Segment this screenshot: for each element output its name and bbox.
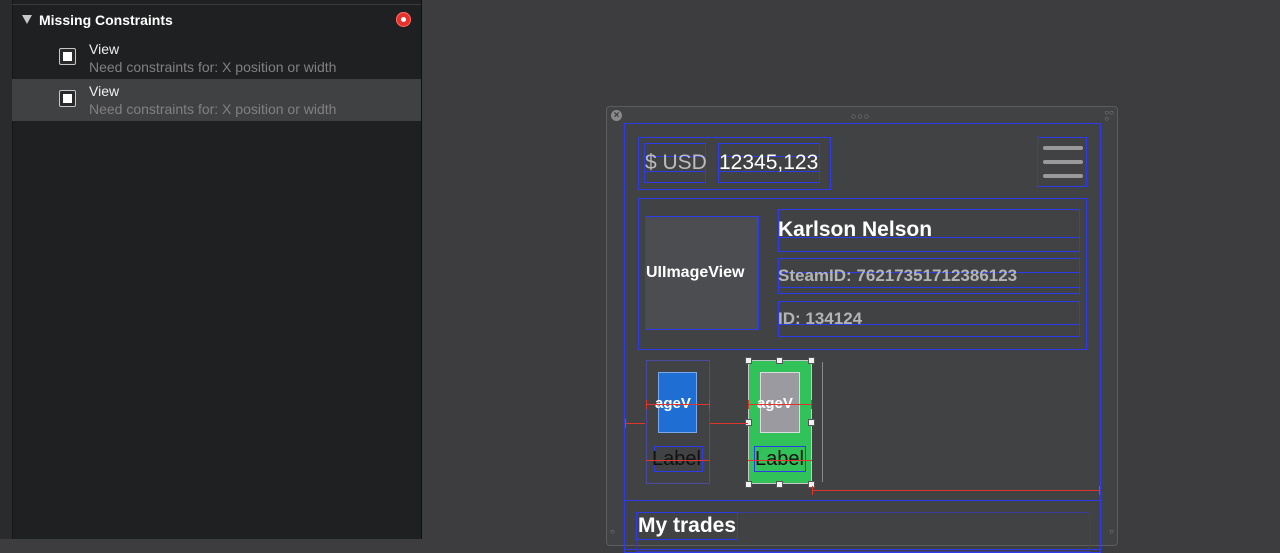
constraint-tick: [625, 419, 626, 428]
issue-description: Need constraints for: X position or widt…: [89, 59, 337, 75]
constraint-tick: [709, 400, 710, 409]
resize-handle[interactable]: [808, 357, 815, 364]
constraint-tick: [748, 400, 749, 409]
menu-icon[interactable]: [1043, 160, 1083, 164]
resize-handle[interactable]: [745, 481, 752, 488]
resize-corner-icon: ○: [1109, 527, 1114, 536]
issue-description: Need constraints for: X position or widt…: [89, 101, 337, 117]
constraint-line: [646, 404, 710, 405]
constraint-tick: [1099, 486, 1100, 495]
constraint-line: [748, 460, 812, 461]
disclosure-triangle-icon[interactable]: [22, 15, 32, 24]
constraint-guide: [822, 362, 823, 482]
resize-handle[interactable]: [808, 419, 815, 426]
resize-handle[interactable]: [776, 481, 783, 488]
resize-corner-icon: ○: [610, 527, 615, 536]
resize-corner-icon: ○○ ○: [1104, 108, 1114, 123]
section-title: Missing Constraints: [39, 12, 173, 28]
missing-constraints-header[interactable]: Missing Constraints: [12, 4, 421, 37]
issue-navigator: Missing Constraints View Need constraint…: [0, 0, 422, 539]
issue-row[interactable]: View Need constraints for: X position or…: [12, 37, 421, 79]
issue-title: View: [89, 83, 120, 99]
view-object-icon: [59, 90, 76, 107]
constraint-tick: [646, 400, 647, 409]
menu-icon[interactable]: [1043, 146, 1083, 150]
trades-title[interactable]: My trades: [638, 514, 736, 538]
issue-row-selected[interactable]: View Need constraints for: X position or…: [12, 79, 421, 121]
constraint-line: [748, 404, 812, 405]
constraint-line: [625, 423, 645, 424]
name-label[interactable]: Karlson Nelson: [778, 218, 932, 242]
view-object-icon: [59, 48, 76, 65]
constraint-tick: [812, 486, 813, 495]
avatar-placeholder-text: UIImageView: [646, 264, 745, 281]
balance-label[interactable]: 12345,123: [719, 151, 818, 175]
userid-label[interactable]: ID: 134124: [778, 309, 862, 329]
menu-icon[interactable]: [1043, 174, 1083, 178]
constraint-line: [812, 490, 1100, 491]
constraint-tick: [811, 400, 812, 409]
close-icon[interactable]: ×: [611, 110, 622, 121]
scene-grip-icon[interactable]: ○○○: [851, 111, 870, 121]
steamid-label[interactable]: SteamID: 76217351712386123: [778, 266, 1017, 286]
issue-title: View: [89, 41, 120, 57]
constraint-line: [646, 460, 710, 461]
error-icon: [396, 12, 411, 27]
constraint-line: [710, 423, 748, 424]
currency-label[interactable]: $ USD: [645, 151, 707, 175]
resize-handle[interactable]: [745, 357, 752, 364]
resize-handle[interactable]: [776, 357, 783, 364]
